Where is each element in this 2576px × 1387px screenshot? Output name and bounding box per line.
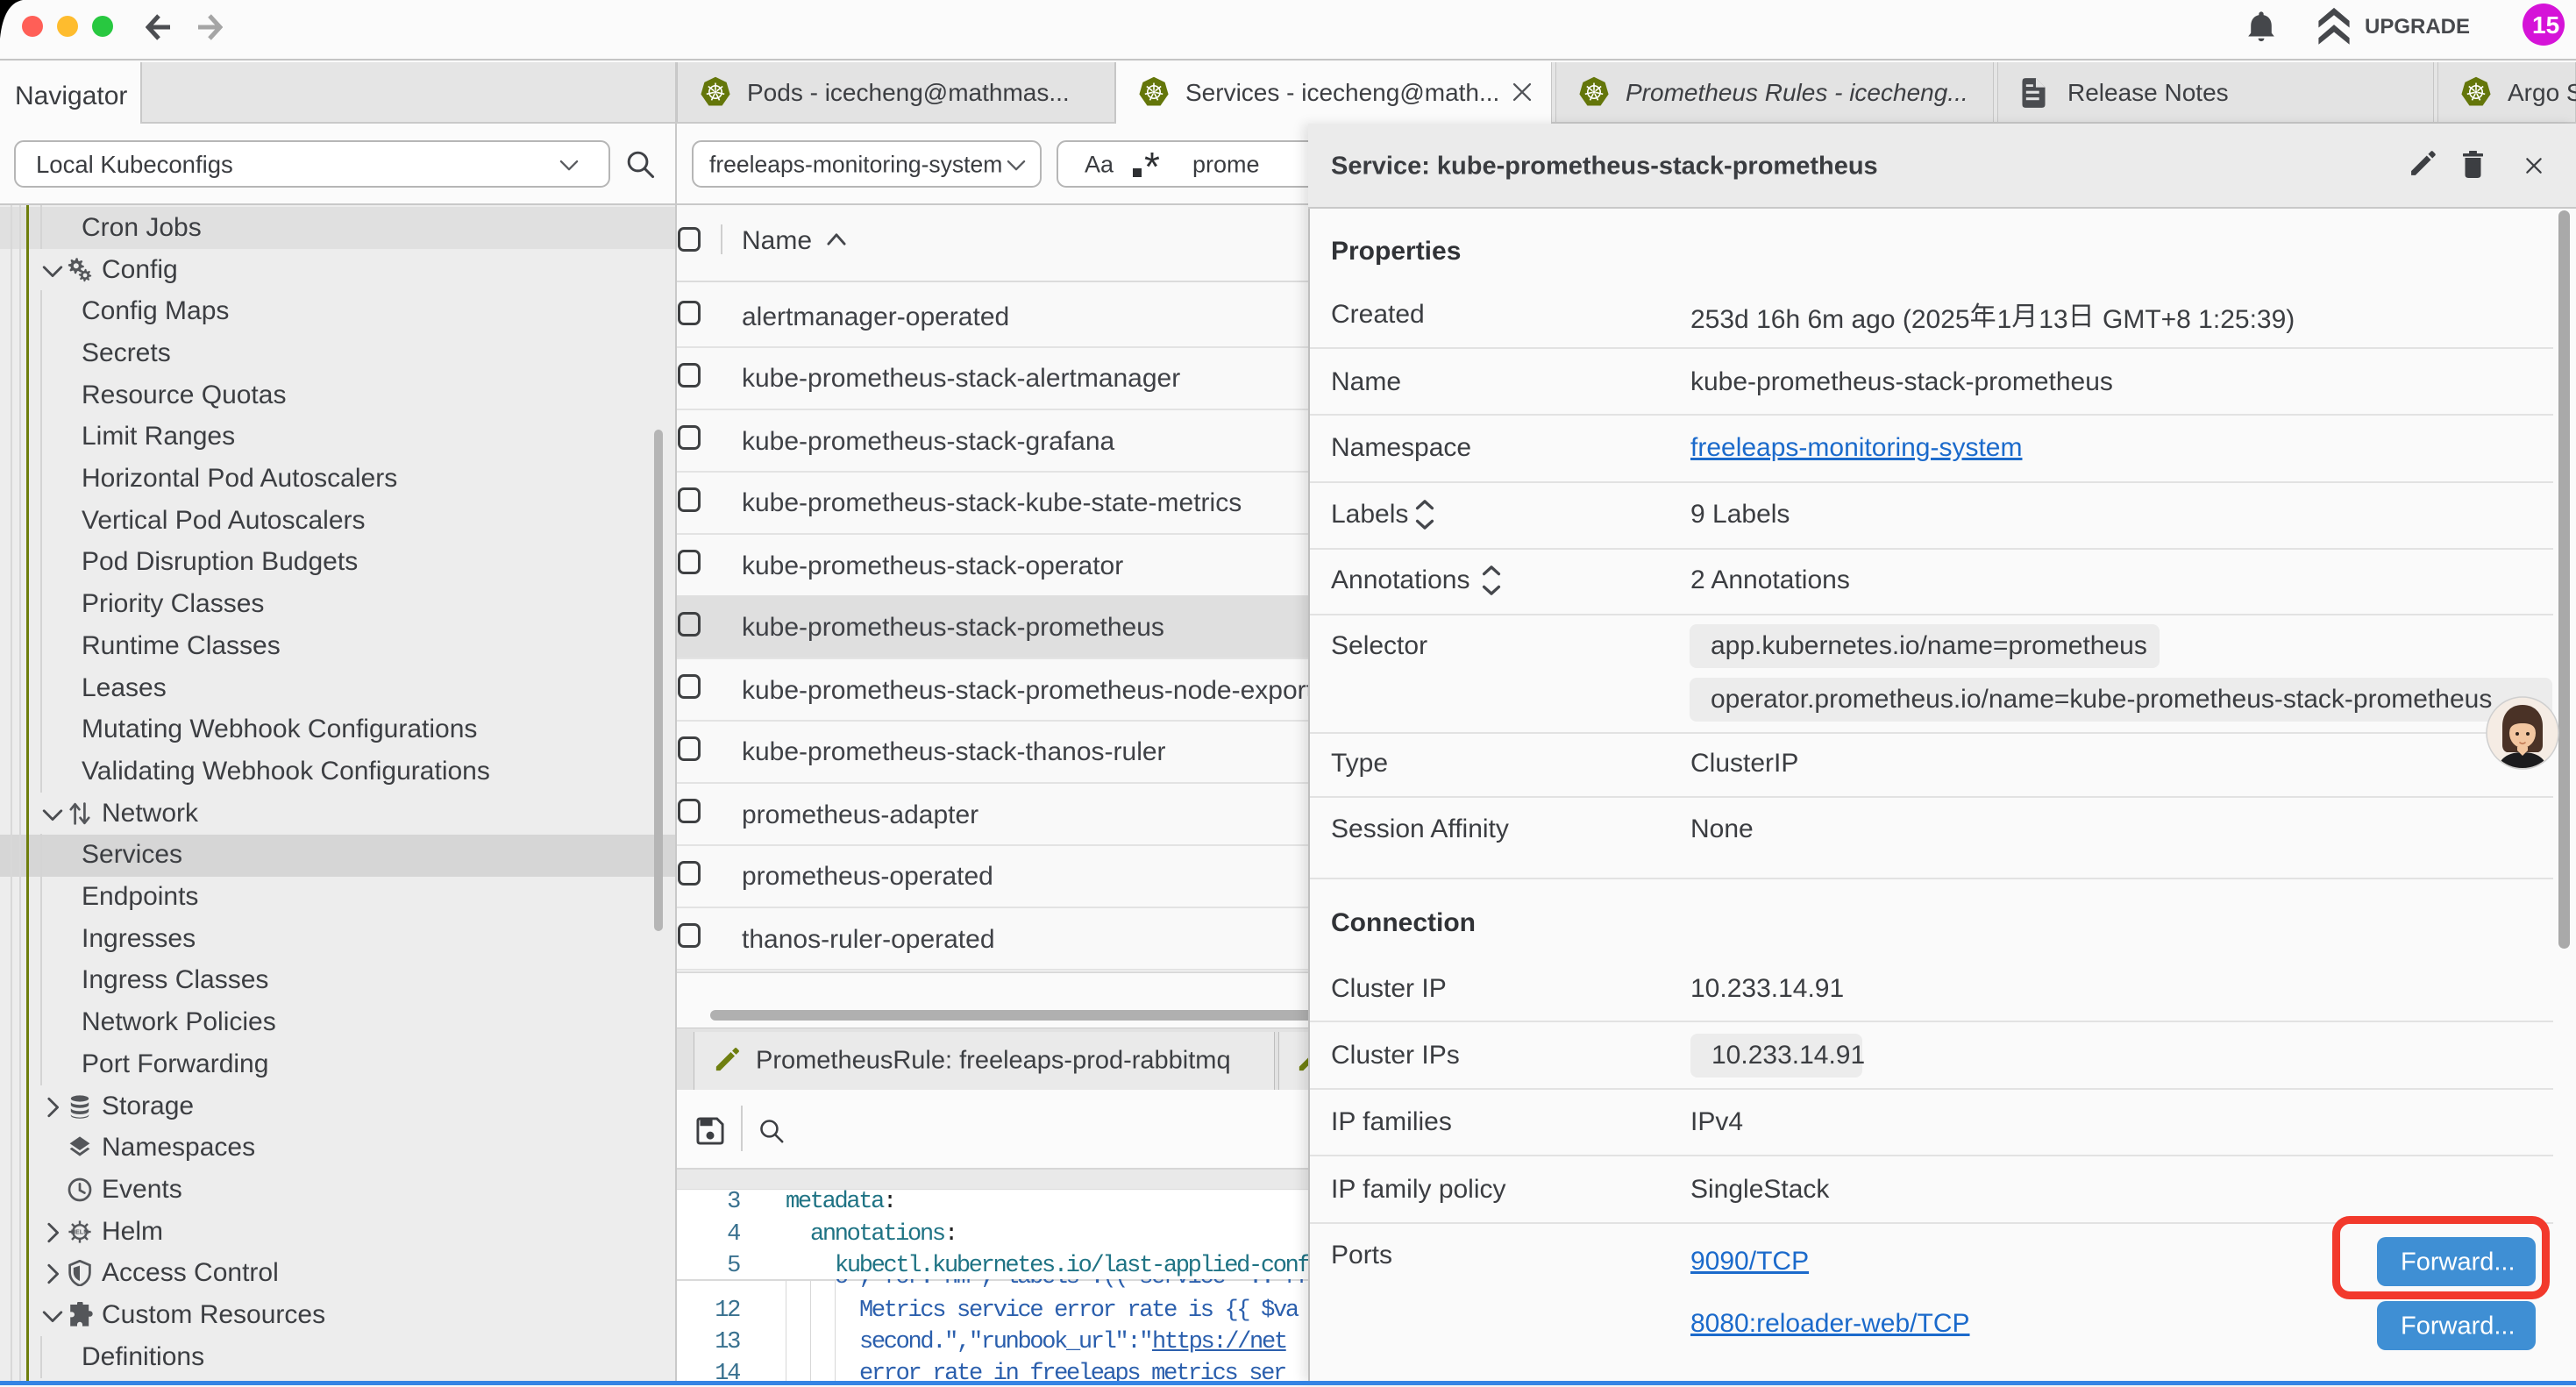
svg-text:*: *	[1144, 147, 1160, 181]
svg-text:HELM: HELM	[71, 1227, 89, 1235]
